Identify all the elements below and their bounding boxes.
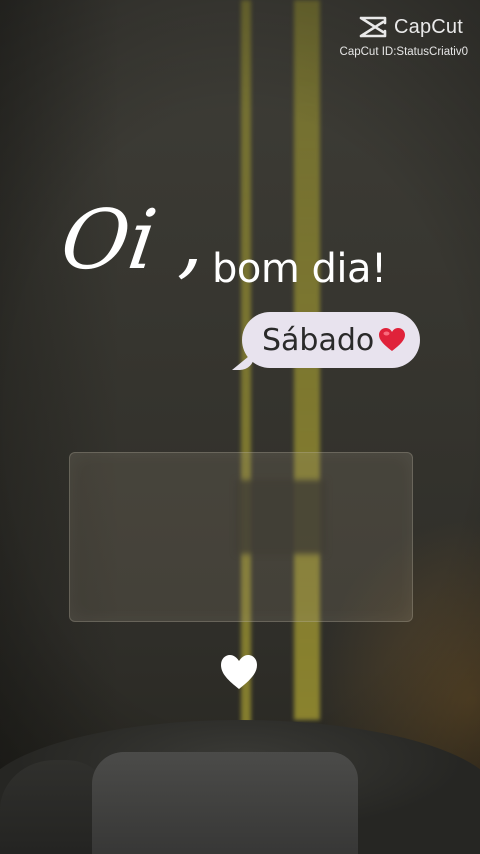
greeting-bom-dia: bom dia!: [212, 246, 387, 292]
capcut-brand-name: CapCut: [394, 15, 464, 38]
capcut-id-label: CapCut ID:StatusCriativ0: [339, 46, 468, 58]
sofa-pillow: [92, 752, 358, 854]
greeting-comma: ,: [177, 193, 204, 288]
day-label: Sábado: [262, 322, 375, 358]
video-frame: CapCut CapCut ID:StatusCriativ0 Oi , bom…: [0, 0, 480, 854]
capcut-watermark: CapCut: [358, 14, 463, 40]
greeting-title: Oi , bom dia!: [55, 193, 442, 310]
greeting-oi: Oi: [55, 193, 163, 288]
capcut-logo-icon: [359, 16, 387, 38]
glass-text-box: [69, 452, 413, 622]
red-heart-icon: [378, 327, 406, 353]
day-chat-bubble: Sábado: [232, 312, 421, 370]
white-heart-icon: [219, 652, 259, 692]
